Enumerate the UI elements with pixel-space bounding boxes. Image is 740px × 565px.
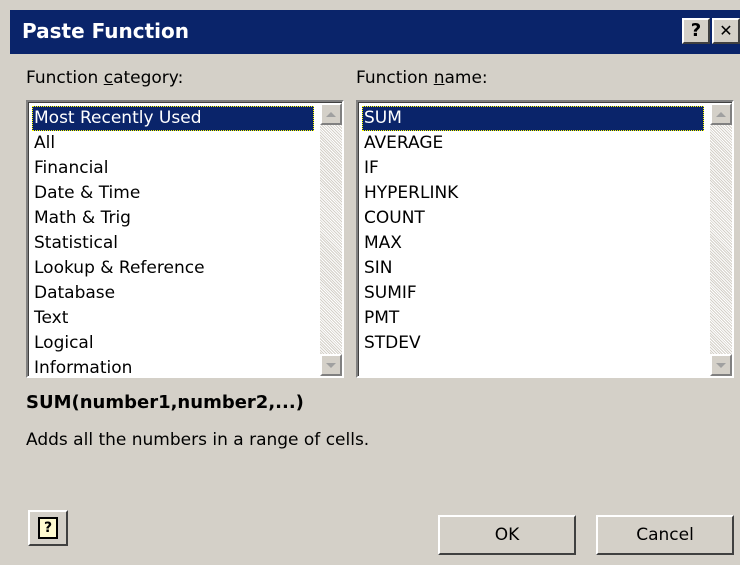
close-button[interactable]: ✕ xyxy=(712,18,740,44)
name-list-inner: SUM AVERAGE IF HYPERLINK COUNT MAX SIN SUMIF PMT… xyxy=(358,102,732,376)
function-list-item[interactable]: HYPERLINK xyxy=(362,181,704,206)
category-label-suffix: ategory: xyxy=(113,68,184,88)
function-category-list[interactable]: Most Recently Used All Financial Date & Tim… xyxy=(26,100,344,378)
name-label-suffix: ame: xyxy=(444,68,488,88)
function-list-item[interactable]: COUNT xyxy=(362,206,704,231)
function-name-list[interactable]: SUM AVERAGE IF HYPERLINK COUNT MAX SIN SUMIF PMT… xyxy=(356,100,734,378)
function-list-item[interactable]: IF xyxy=(362,156,704,181)
help-button[interactable]: ? xyxy=(682,18,710,44)
function-items: SUM AVERAGE IF HYPERLINK COUNT MAX SIN SUMIF PMT… xyxy=(362,106,704,356)
function-list-item[interactable]: SIN xyxy=(362,256,704,281)
function-list-item[interactable]: MAX xyxy=(362,231,704,256)
function-description: Adds all the numbers in a range of cells… xyxy=(26,430,370,450)
category-scroll-down-button[interactable] xyxy=(320,354,342,376)
function-list-item[interactable]: SUM xyxy=(362,106,704,131)
category-list-item[interactable]: Financial xyxy=(32,156,314,181)
function-list-item[interactable]: AVERAGE xyxy=(362,131,704,156)
category-list-item[interactable]: Most Recently Used xyxy=(32,106,314,131)
function-list-item[interactable]: STDEV xyxy=(362,331,704,356)
category-list-item[interactable]: Database xyxy=(32,281,314,306)
category-list-item[interactable]: Statistical xyxy=(32,231,314,256)
scroll-up-arrow-icon xyxy=(716,111,726,117)
function-list-item[interactable]: PMT xyxy=(362,306,704,331)
category-list-item[interactable]: Lookup & Reference xyxy=(32,256,314,281)
function-name-label: Function name: xyxy=(356,68,488,88)
ok-button[interactable]: OK xyxy=(438,515,576,555)
category-list-inner: Most Recently Used All Financial Date & Tim… xyxy=(28,102,342,376)
function-scroll-down-button[interactable] xyxy=(710,354,732,376)
name-label-accel: n xyxy=(433,68,445,88)
close-icon: ✕ xyxy=(719,21,733,40)
name-label-prefix: Function xyxy=(356,68,434,88)
category-label-accel: c xyxy=(103,68,114,88)
category-list-item[interactable]: All xyxy=(32,131,314,156)
category-list-item[interactable]: Information xyxy=(32,356,314,376)
cancel-button[interactable]: Cancel xyxy=(596,515,734,555)
function-scroll-up-button[interactable] xyxy=(710,103,732,125)
office-assistant-icon: ? xyxy=(38,517,58,539)
function-syntax: SUM(number1,number2,...) xyxy=(26,392,304,413)
category-list-item[interactable]: Text xyxy=(32,306,314,331)
window-title: Paste Function xyxy=(22,19,190,43)
scroll-down-arrow-icon xyxy=(326,362,336,368)
title-bar[interactable]: Paste Function ? ✕ xyxy=(10,10,740,54)
function-scrollbar[interactable] xyxy=(710,103,732,376)
help-icon: ? xyxy=(690,20,702,41)
function-category-label: Function category: xyxy=(26,68,183,88)
category-label-prefix: Function xyxy=(26,68,104,88)
category-scrollbar[interactable] xyxy=(320,103,342,376)
category-items: Most Recently Used All Financial Date & Tim… xyxy=(32,106,314,376)
function-list-item[interactable]: SUMIF xyxy=(362,281,704,306)
scroll-up-arrow-icon xyxy=(326,111,336,117)
category-scroll-up-button[interactable] xyxy=(320,103,342,125)
scroll-down-arrow-icon xyxy=(716,362,726,368)
category-list-item[interactable]: Math & Trig xyxy=(32,206,314,231)
office-assistant-button[interactable]: ? xyxy=(28,510,68,546)
category-list-item[interactable]: Logical xyxy=(32,331,314,356)
paste-function-dialog: Paste Function ? ✕ Function category: Fu… xyxy=(0,0,740,565)
category-list-item[interactable]: Date & Time xyxy=(32,181,314,206)
